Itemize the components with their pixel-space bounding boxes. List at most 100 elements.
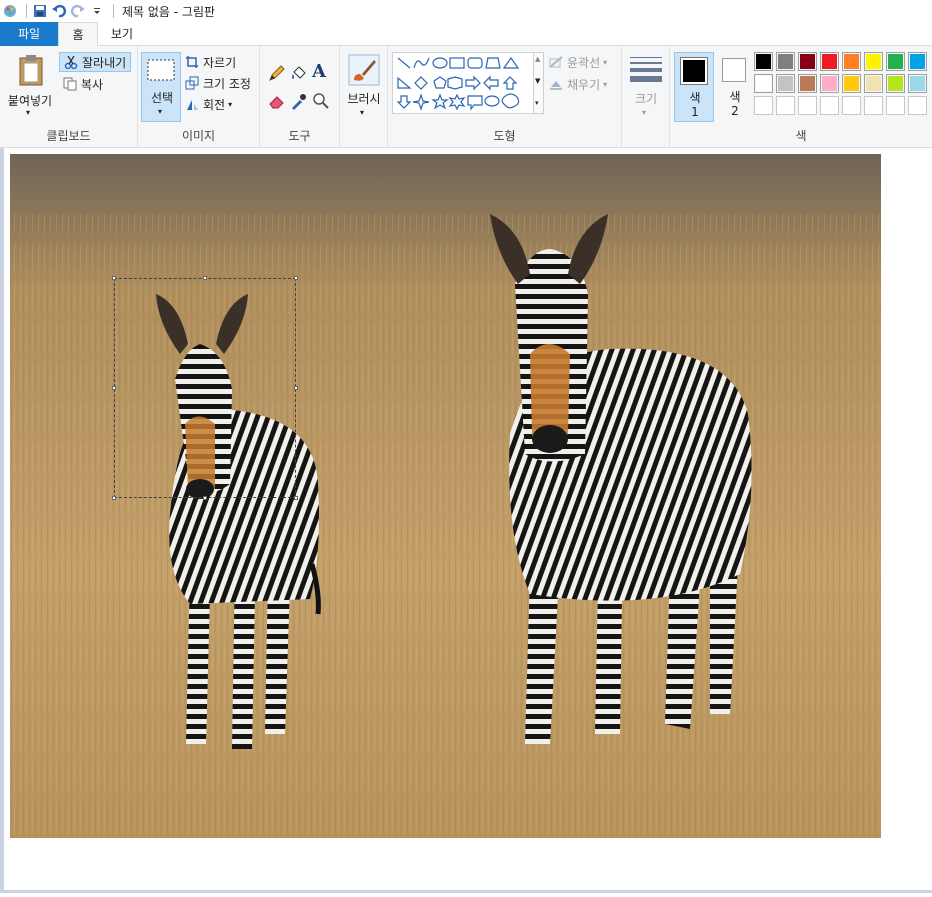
paste-button[interactable]: 붙여넣기 ▾ (4, 52, 56, 122)
color-swatch-fill (778, 54, 793, 69)
outline-label: 윤곽선 (567, 55, 601, 70)
custom-color-swatch[interactable] (842, 96, 861, 115)
outline-button[interactable]: 윤곽선 ▾ (548, 52, 607, 72)
tools-group-label: 도구 (288, 129, 311, 143)
color-swatch[interactable] (798, 52, 817, 71)
select-button[interactable]: 선택 ▾ (141, 52, 181, 122)
selection-handle[interactable] (112, 386, 116, 390)
size-button[interactable]: 크기 ▾ (624, 52, 668, 122)
tab-home[interactable]: 홈 (58, 22, 98, 47)
resize-icon (184, 75, 200, 91)
undo-icon[interactable] (51, 3, 67, 19)
copy-button[interactable]: 복사 (62, 74, 103, 94)
custom-color-swatch[interactable] (820, 96, 839, 115)
colors-group: 색 1 색 2 색 (670, 46, 932, 148)
brushes-button[interactable]: 브러시 ▾ (342, 52, 386, 122)
selection-handle[interactable] (294, 276, 298, 280)
color-swatch[interactable] (886, 74, 905, 93)
color-swatch-fill (778, 76, 793, 91)
custom-color-swatch[interactable] (908, 96, 927, 115)
outline-icon (548, 54, 564, 70)
cut-button[interactable]: 잘라내기 (59, 52, 131, 72)
crop-button[interactable]: 자르기 (184, 52, 236, 72)
custom-color-swatch[interactable] (798, 96, 817, 115)
color-picker-icon[interactable] (290, 92, 308, 113)
scroll-down-icon[interactable]: ▼ (535, 77, 540, 85)
selection-handle[interactable] (112, 276, 116, 280)
color-swatch[interactable] (754, 74, 773, 93)
ribbon-tabs: 파일 홈 보기 (0, 22, 932, 47)
color-swatch[interactable] (776, 74, 795, 93)
ribbon: 붙여넣기 ▾ 잘라내기 복사 클립보드 선택 ▾ 자르기 크기 조정 회전 ▾ … (0, 46, 932, 148)
color-swatch[interactable] (886, 52, 905, 71)
tab-view[interactable]: 보기 (100, 22, 144, 46)
selection-handle[interactable] (294, 496, 298, 500)
color2-button[interactable]: 색 2 (718, 52, 752, 122)
color-swatch[interactable] (864, 74, 883, 93)
color-swatch[interactable] (754, 52, 773, 71)
brushes-label: 브러시 (347, 92, 381, 106)
color-swatch[interactable] (842, 74, 861, 93)
fill-button[interactable]: 채우기 ▾ (548, 74, 607, 94)
tab-file[interactable]: 파일 (0, 22, 58, 46)
color-swatch-fill (800, 76, 815, 91)
canvas[interactable] (0, 148, 932, 893)
color-swatch-fill (844, 76, 859, 91)
color2-number: 2 (731, 104, 739, 118)
color-swatch[interactable] (820, 52, 839, 71)
custom-color-swatch[interactable] (864, 96, 883, 115)
crop-label: 자르기 (203, 55, 237, 70)
color-swatch[interactable] (908, 52, 927, 71)
select-rectangle-icon (147, 59, 175, 84)
paint-app-icon[interactable] (2, 3, 18, 19)
color-swatch[interactable] (820, 74, 839, 93)
custom-color-swatch[interactable] (754, 96, 773, 115)
rotate-button[interactable]: 회전 ▾ (184, 94, 232, 114)
color-swatch[interactable] (864, 52, 883, 71)
color1-button[interactable]: 색 1 (674, 52, 714, 122)
fill-bucket-icon[interactable] (290, 64, 308, 85)
color-swatch-fill (910, 54, 925, 69)
selection-handle[interactable] (203, 496, 207, 500)
colors-group-label: 색 (795, 129, 807, 143)
eraser-icon[interactable] (268, 92, 286, 113)
selection-handle[interactable] (294, 386, 298, 390)
canvas-area[interactable] (0, 148, 932, 897)
crop-icon (184, 54, 200, 70)
rotate-label: 회전 (203, 97, 226, 112)
color-swatch[interactable] (842, 52, 861, 71)
fill-label: 채우기 (567, 77, 601, 92)
magnifier-icon[interactable] (312, 92, 330, 113)
redo-icon[interactable] (70, 3, 86, 19)
color2-label: 색 (729, 90, 741, 104)
chevron-down-icon: ▾ (228, 99, 233, 109)
scroll-up-icon[interactable]: ▲ (535, 55, 540, 63)
size-label: 크기 (634, 92, 658, 106)
chevron-down-icon: ▾ (360, 108, 365, 117)
color-swatch[interactable] (776, 52, 795, 71)
image-group: 선택 ▾ 자르기 크기 조정 회전 ▾ 이미지 (138, 46, 260, 148)
fill-icon (548, 76, 564, 92)
clipboard-group-label: 클립보드 (46, 129, 91, 143)
shapes-group-label: 도형 (493, 129, 516, 143)
shapes-gallery[interactable] (392, 52, 542, 114)
text-icon[interactable]: A (312, 61, 326, 82)
select-label: 선택 (150, 91, 174, 105)
expand-gallery-icon[interactable]: ▾ (535, 99, 539, 107)
pencil-icon[interactable] (268, 64, 286, 85)
window-title: 제목 없음 - 그림판 (122, 4, 216, 19)
shapes-gallery-icons (396, 56, 520, 111)
resize-button[interactable]: 크기 조정 (184, 73, 251, 93)
selection-handle[interactable] (112, 496, 116, 500)
separator (113, 4, 114, 18)
custom-color-swatch[interactable] (776, 96, 795, 115)
color-palette (754, 52, 930, 116)
customize-quick-access-icon[interactable] (89, 3, 105, 19)
shapes-scrollbar[interactable]: ▲ ▼ ▾ (533, 52, 544, 114)
selection-handle[interactable] (203, 276, 207, 280)
color-swatch[interactable] (798, 74, 817, 93)
selection-rectangle[interactable] (112, 276, 298, 500)
save-icon[interactable] (32, 3, 48, 19)
custom-color-swatch[interactable] (886, 96, 905, 115)
color-swatch[interactable] (908, 74, 927, 93)
